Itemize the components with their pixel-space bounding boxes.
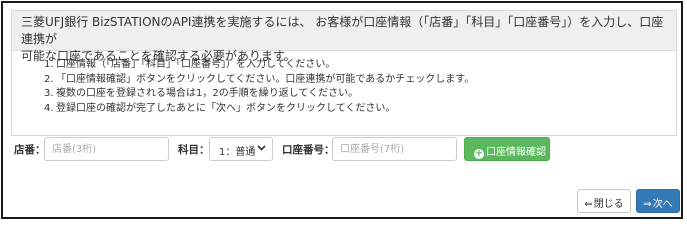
- arrow-left-icon: ⇐: [584, 199, 593, 210]
- subject-select[interactable]: 1：普通: [209, 137, 273, 161]
- step-text: 複数の口座を登録される場合は1，2の手順を繰り返してください。: [56, 88, 359, 99]
- close-button-label: 閉じる: [593, 199, 624, 210]
- step-text: 「口座情報確認」ボタンをクリックしてください。口座連携が可能であるかチェックしま…: [56, 73, 475, 85]
- step-number: 1.: [44, 59, 54, 70]
- account-number-label: 口座番号：: [282, 144, 335, 156]
- next-button-label: 次へ: [652, 199, 673, 210]
- close-button[interactable]: ⇐閉じる: [577, 189, 631, 213]
- list-item: 2. 「口座情報確認」ボタンをクリックしてください。口座連携が可能であるかチェック…: [44, 73, 676, 88]
- branch-label: 店番：: [14, 144, 46, 156]
- step-number: 4.: [44, 102, 54, 114]
- arrow-right-icon: ⇒: [643, 199, 652, 210]
- check-account-button[interactable]: + 口座情報確認: [464, 137, 550, 161]
- steps-list: 1. 口座情報（「店番」「科目」「口座番号」）を入力してください。 2. 「口座情報…: [12, 51, 676, 116]
- check-account-button-label: 口座情報確認: [486, 147, 546, 158]
- branch-number-input[interactable]: [44, 137, 169, 161]
- chevron-down-icon: [257, 145, 266, 151]
- step-text: 登録口座の確認が完了したあとに「次へ」ボタンをクリックしてください。: [56, 102, 396, 114]
- next-button[interactable]: ⇒次へ: [636, 189, 680, 213]
- intro-text-line-1: 三菱UFJ銀行 BizSTATIONのAPI連携を実施するには、 お客様が口座情…: [21, 15, 664, 46]
- list-item: 3. 複数の口座を登録される場合は1，2の手順を繰り返してください。: [44, 87, 676, 102]
- subject-label: 科目：: [178, 144, 210, 156]
- list-item: 4. 登録口座の確認が完了したあとに「次へ」ボタンをクリックしてください。: [44, 102, 676, 117]
- instructions-header: 三菱UFJ銀行 BizSTATIONのAPI連携を実施するには、 お客様が口座情…: [12, 11, 676, 63]
- plus-circle-icon: +: [474, 148, 484, 159]
- step-number: 2.: [44, 73, 54, 85]
- list-item: 1. 口座情報（「店番」「科目」「口座番号」）を入力してください。: [44, 58, 676, 73]
- dialog-frame: 三菱UFJ銀行 BizSTATIONのAPI連携を実施するには、 お客様が口座情…: [1, 1, 683, 219]
- step-text: 口座情報（「店番」「科目」「口座番号」）を入力してください。: [56, 59, 336, 70]
- step-number: 3.: [44, 88, 54, 99]
- subject-selected-value: 1：普通: [219, 147, 256, 158]
- account-number-input[interactable]: [332, 137, 457, 161]
- instructions-panel: 三菱UFJ銀行 BizSTATIONのAPI連携を実施するには、 お客様が口座情…: [11, 10, 677, 136]
